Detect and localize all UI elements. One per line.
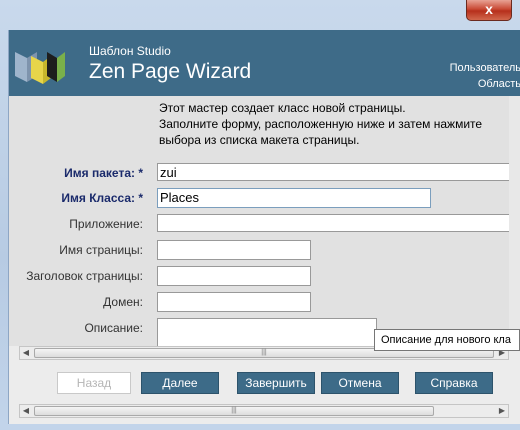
client-area: Шаблон Studio Zen Page Wizard Пользовате… — [8, 30, 520, 424]
package-label: Имя пакета: * — [64, 166, 143, 180]
finish-button[interactable]: Завершить — [237, 372, 315, 394]
user-label: Пользователь — [449, 62, 520, 74]
scroll-left-icon[interactable]: ◀ — [20, 347, 32, 359]
scroll-thumb[interactable]: ||| — [34, 406, 434, 416]
package-input[interactable]: zui — [157, 163, 509, 181]
scroll-left-icon[interactable]: ◀ — [20, 405, 32, 417]
back-button[interactable]: Назад — [57, 372, 131, 394]
domain-label: Домен: — [103, 295, 143, 309]
button-bar: Назад Далее Завершить Отмена Справка — [9, 362, 520, 400]
description-textarea[interactable] — [157, 318, 377, 346]
window-horizontal-scrollbar[interactable]: ◀ ||| ▶ — [19, 404, 509, 418]
close-icon: x — [485, 1, 493, 17]
zen-logo-icon — [15, 52, 65, 84]
intro-text: Этот мастер создает класс новой страницы… — [159, 100, 482, 148]
form-vertical-scrollbar[interactable] — [509, 96, 520, 346]
page-name-label: Имя страницы: — [59, 243, 143, 257]
app-title: Zen Page Wizard — [89, 60, 252, 83]
class-label: Имя Класса: * — [61, 191, 143, 205]
header-banner: Шаблон Studio Zen Page Wizard Пользовате… — [9, 30, 520, 96]
app-subtitle: Шаблон Studio — [89, 44, 171, 58]
page-name-input[interactable] — [157, 240, 311, 260]
application-input[interactable] — [157, 214, 509, 232]
application-label: Приложение: — [69, 217, 143, 231]
description-tooltip: Описание для нового кла — [374, 329, 520, 351]
class-input[interactable]: Places — [157, 188, 431, 208]
close-button[interactable]: x — [466, 0, 512, 21]
intro-line: Заполните форму, расположенную ниже и за… — [159, 117, 483, 131]
next-button[interactable]: Далее — [141, 372, 219, 394]
intro-line: Этот мастер создает класс новой страницы… — [159, 101, 406, 115]
domain-input[interactable] — [157, 292, 311, 312]
page-title-label: Заголовок страницы: — [26, 269, 143, 283]
help-button[interactable]: Справка — [415, 372, 493, 394]
wizard-form: Этот мастер создает класс новой страницы… — [9, 96, 509, 346]
cancel-button[interactable]: Отмена — [321, 372, 399, 394]
description-label: Описание: — [84, 321, 143, 335]
intro-line: выбора из списка макета страницы. — [159, 133, 360, 147]
wizard-window: x Шаблон Studio Zen Page Wizard Пользова… — [0, 0, 520, 430]
scroll-right-icon[interactable]: ▶ — [496, 405, 508, 417]
namespace-label: Область — [477, 78, 520, 90]
banner-user-info: Пользователь Область — [450, 60, 520, 92]
page-title-input[interactable] — [157, 266, 311, 286]
